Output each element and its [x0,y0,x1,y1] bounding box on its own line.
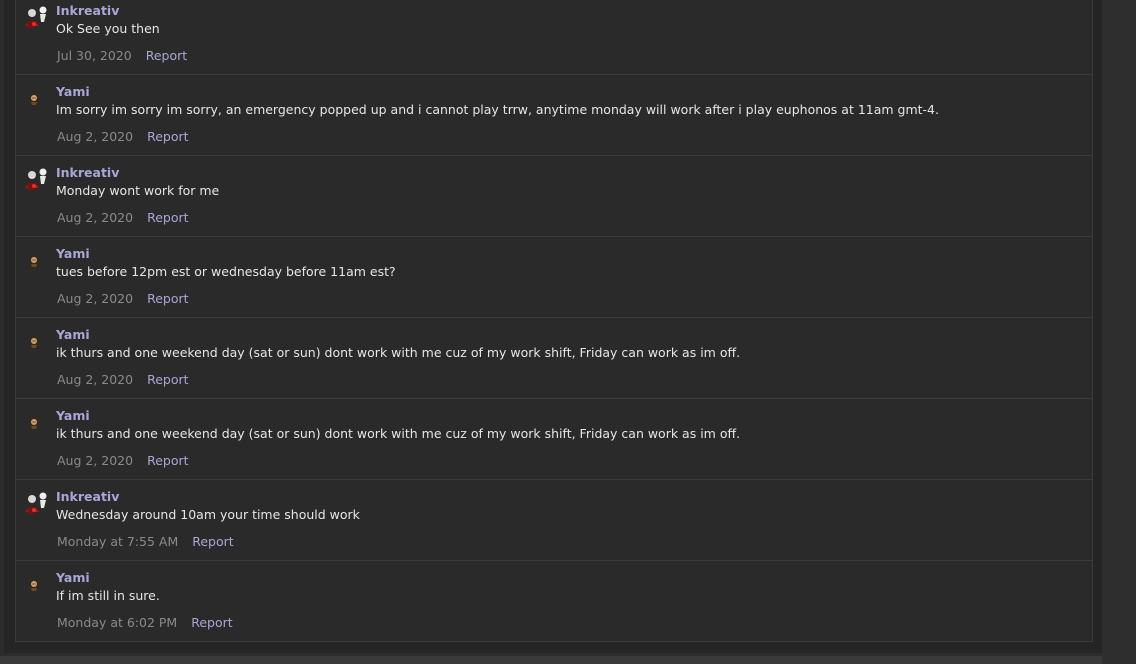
panel-bottom-edge [0,656,1102,664]
message-text: Wednesday around 10am your time should w… [56,507,360,522]
message-item: Yami If im still in sure. Monday at 6:02… [16,561,1092,641]
message-text: ik thurs and one weekend day (sat or sun… [56,345,741,360]
message-date[interactable]: Aug 2, 2020 [57,129,133,144]
message-list: Inkreativ Ok See you then Jul 30, 2020 Re… [15,0,1093,642]
message-meta: Aug 2, 2020 Report [57,291,189,306]
message-meta: Aug 2, 2020 Report [57,453,189,468]
message-author[interactable]: Inkreativ [56,165,119,180]
report-link[interactable]: Report [147,210,188,225]
report-link[interactable]: Report [147,372,188,387]
message-item: Inkreativ Monday wont work for me Aug 2,… [16,156,1092,237]
report-link[interactable]: Report [147,291,188,306]
message-text: tues before 12pm est or wednesday before… [56,264,396,279]
message-author[interactable]: Yami [56,246,90,261]
message-text: ik thurs and one weekend day (sat or sun… [56,426,741,441]
message-text: Ok See you then [56,21,160,36]
yami-avatar[interactable] [26,253,42,269]
message-date[interactable]: Monday at 7:55 AM [57,534,178,549]
message-author[interactable]: Yami [56,408,90,423]
inkreativ-avatar[interactable] [22,166,48,192]
message-date[interactable]: Aug 2, 2020 [57,372,133,387]
yami-avatar[interactable] [26,415,42,431]
message-author[interactable]: Yami [56,327,90,342]
message-item: Inkreativ Wednesday around 10am your tim… [16,480,1092,561]
message-author[interactable]: Yami [56,84,90,99]
message-meta: Aug 2, 2020 Report [57,210,189,225]
message-meta: Monday at 7:55 AM Report [57,534,234,549]
report-link[interactable]: Report [192,534,233,549]
message-item: Yami ik thurs and one weekend day (sat o… [16,399,1092,480]
message-text: Monday wont work for me [56,183,220,198]
message-meta: Jul 30, 2020 Report [57,48,187,63]
message-date[interactable]: Aug 2, 2020 [57,291,133,306]
message-date[interactable]: Jul 30, 2020 [57,48,132,63]
report-link[interactable]: Report [191,615,232,630]
message-author[interactable]: Inkreativ [56,3,119,18]
report-link[interactable]: Report [147,453,188,468]
report-link[interactable]: Report [146,48,187,63]
yami-avatar[interactable] [26,334,42,350]
message-date[interactable]: Aug 2, 2020 [57,210,133,225]
message-item: Yami ik thurs and one weekend day (sat o… [16,318,1092,399]
yami-avatar[interactable] [26,91,42,107]
report-link[interactable]: Report [147,129,188,144]
message-text: Im sorry im sorry im sorry, an emergency… [56,102,939,117]
yami-avatar[interactable] [26,577,42,593]
message-author[interactable]: Yami [56,570,90,585]
message-item: Inkreativ Ok See you then Jul 30, 2020 Re… [16,0,1092,75]
message-author[interactable]: Inkreativ [56,489,119,504]
message-item: Yami tues before 12pm est or wednesday b… [16,237,1092,318]
page-gutter [1102,0,1136,664]
message-date[interactable]: Monday at 6:02 PM [57,615,177,630]
inkreativ-avatar[interactable] [22,4,48,30]
message-meta: Aug 2, 2020 Report [57,372,189,387]
inkreativ-avatar[interactable] [22,490,48,516]
message-text: If im still in sure. [56,588,160,603]
message-date[interactable]: Aug 2, 2020 [57,453,133,468]
message-item: Yami Im sorry im sorry im sorry, an emer… [16,75,1092,156]
message-meta: Monday at 6:02 PM Report [57,615,233,630]
message-meta: Aug 2, 2020 Report [57,129,189,144]
